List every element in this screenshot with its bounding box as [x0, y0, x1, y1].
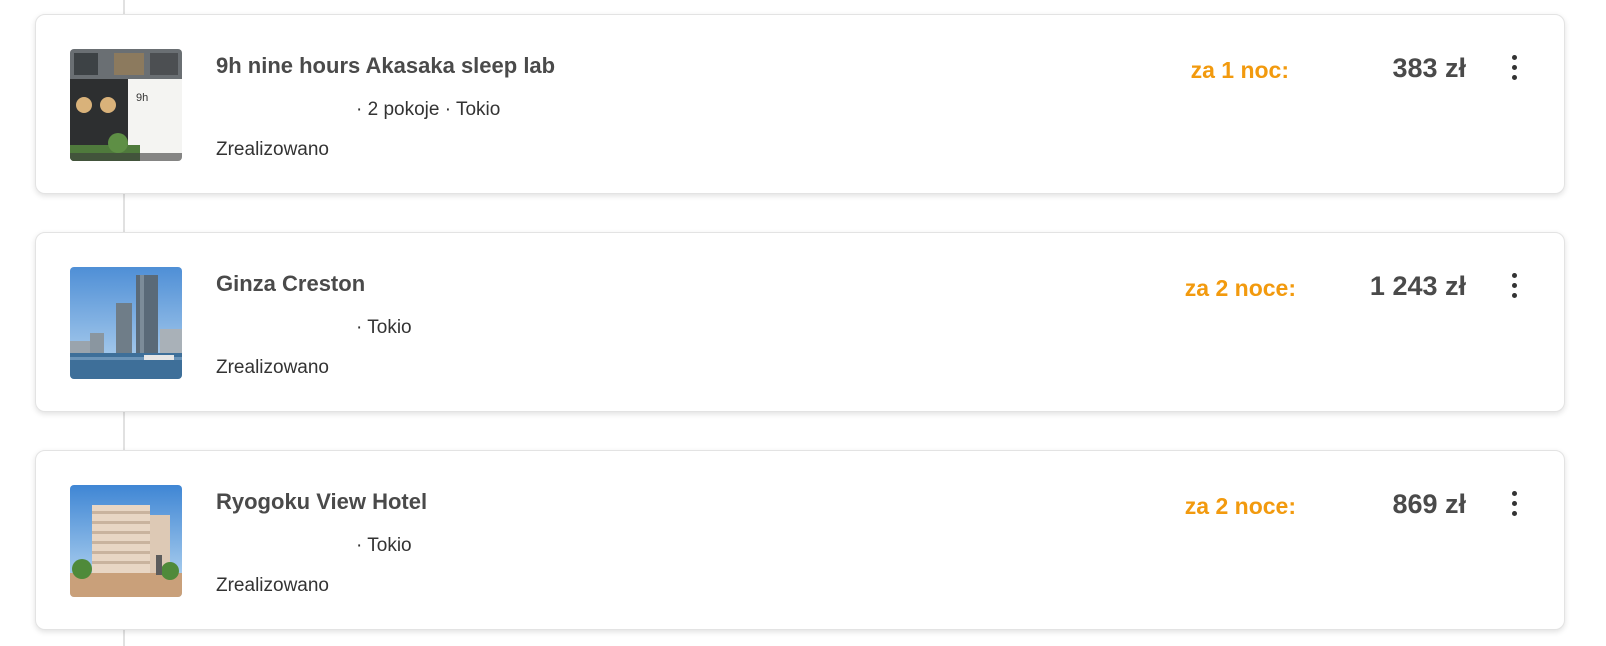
price: 869 zł	[1392, 489, 1466, 519]
hotel-name[interactable]: 9h nine hours Akasaka sleep lab	[216, 53, 555, 79]
hotel-name[interactable]: Ginza Creston	[216, 271, 365, 297]
price: 383 zł	[1392, 53, 1466, 83]
hotel-thumbnail[interactable]	[70, 485, 182, 597]
more-vertical-icon	[1511, 272, 1517, 278]
booking-status: Zrealizowano	[216, 139, 329, 160]
booking-card[interactable]: 9h 9h nine hours Akasaka sleep lab · 2 p…	[35, 14, 1565, 194]
hotel-name[interactable]: Ryogoku View Hotel	[216, 489, 427, 515]
booking-status: Zrealizowano	[216, 575, 329, 596]
more-options-button[interactable]	[1502, 265, 1526, 305]
hotel-thumbnail[interactable]: 9h	[70, 49, 182, 161]
more-options-button[interactable]	[1502, 47, 1526, 87]
booking-status: Zrealizowano	[216, 357, 329, 378]
more-options-button[interactable]	[1502, 483, 1526, 523]
booking-card[interactable]: Ryogoku View Hotel · Tokio Zrealizowano …	[35, 450, 1565, 630]
more-vertical-icon	[1511, 54, 1517, 60]
svg-text:9h: 9h	[136, 92, 148, 104]
booking-details: · Tokio	[356, 317, 412, 338]
nights-label: za 2 noce:	[1184, 493, 1296, 519]
booking-details: · 2 pokoje · Tokio	[356, 99, 501, 120]
price: 1 243 zł	[1369, 271, 1466, 301]
hotel-thumbnail[interactable]	[70, 267, 182, 379]
booking-card[interactable]: Ginza Creston · Tokio Zrealizowano za 2 …	[35, 232, 1565, 412]
more-vertical-icon	[1511, 490, 1517, 496]
booking-details: · Tokio	[356, 535, 412, 556]
nights-label: za 2 noce:	[1184, 275, 1296, 301]
nights-label: za 1 noc:	[1190, 57, 1289, 83]
